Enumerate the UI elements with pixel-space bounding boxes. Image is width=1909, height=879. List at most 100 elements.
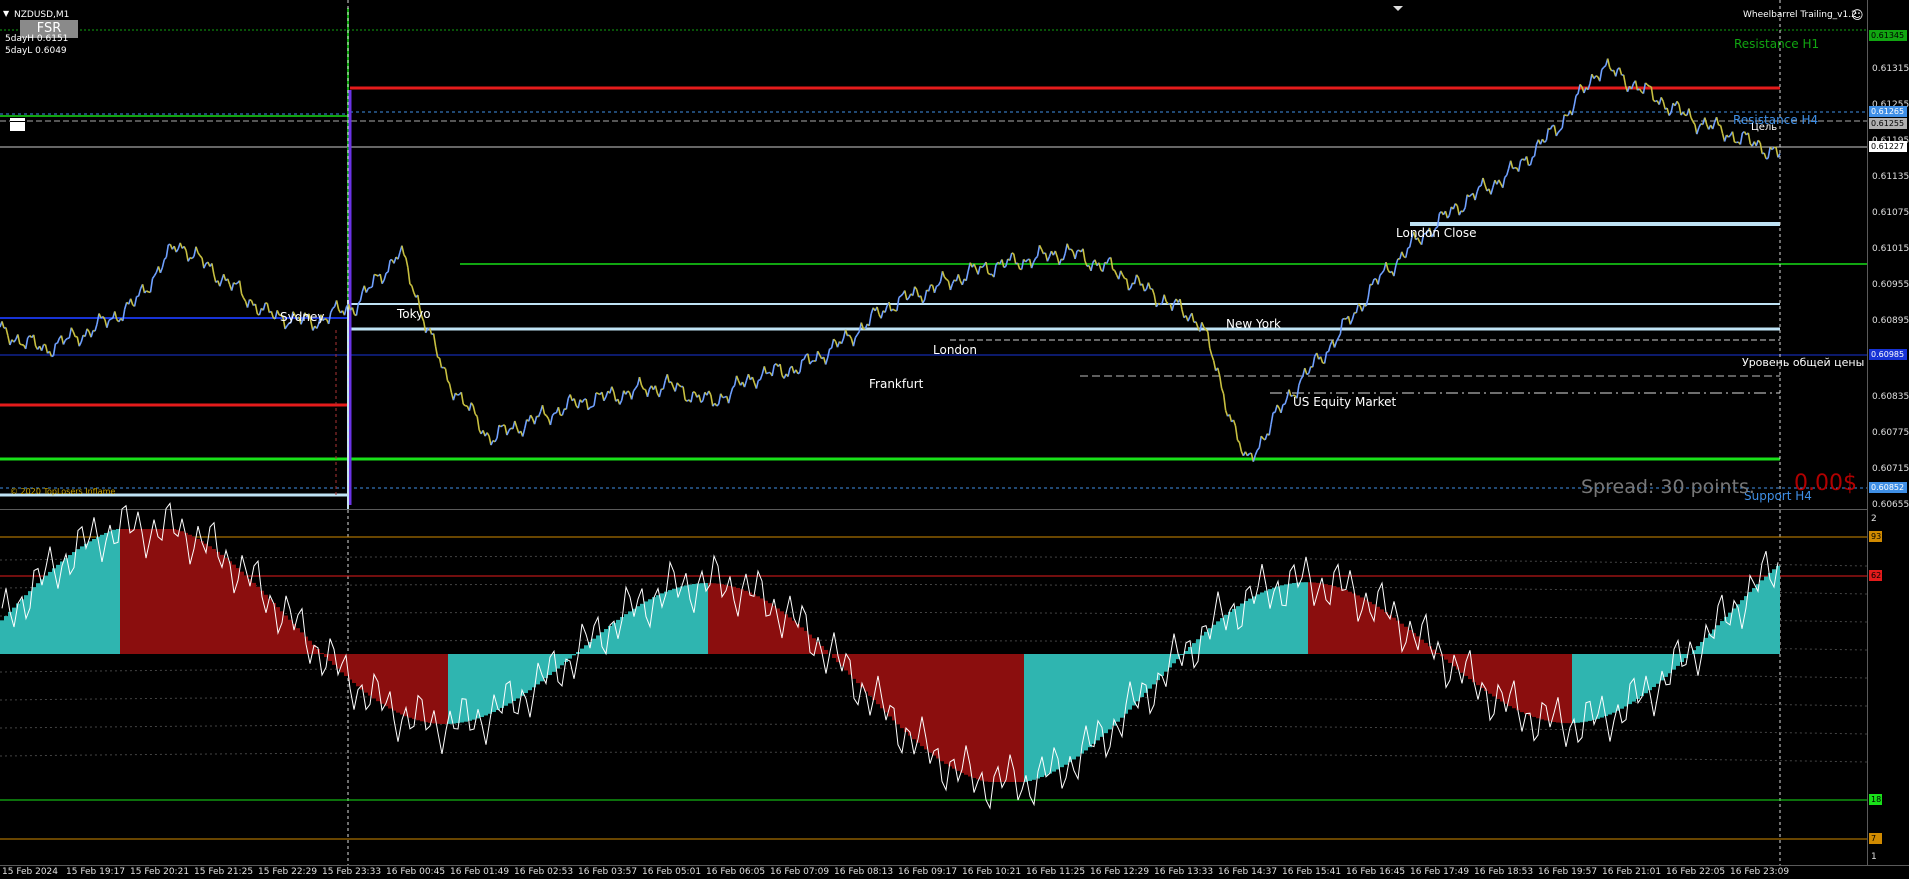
hist-bar (1252, 596, 1256, 654)
hist-bar (96, 536, 100, 654)
time-tick: 16 Feb 23:09 (1730, 867, 1790, 877)
hist-bar (1072, 654, 1076, 760)
time-tick: 15 Feb 20:21 (130, 867, 190, 877)
hist-bar (1532, 654, 1536, 717)
hist-bar (356, 654, 360, 687)
hist-bar (4, 616, 8, 654)
hist-bar (640, 603, 644, 654)
common-price-label: Уровень общей цены (1742, 356, 1865, 369)
hist-bar (1136, 654, 1140, 702)
price-tick: 0.60835 (1872, 392, 1909, 402)
hist-bar (1164, 654, 1168, 672)
hist-bar (1604, 654, 1608, 717)
hist-bar (1000, 654, 1004, 782)
hist-bar (704, 583, 708, 654)
hist-bar (1664, 654, 1668, 677)
price-tick: 0.60715 (1872, 464, 1909, 474)
hist-bar (812, 638, 816, 654)
hist-bar (44, 575, 48, 654)
hist-bar (624, 614, 628, 654)
candle (324, 318, 327, 321)
session-london: London (933, 343, 977, 357)
session-us-equity: US Equity Market (1293, 395, 1397, 409)
hist-bar (1116, 654, 1120, 722)
hist-bar (516, 654, 520, 699)
symbol-menu-icon[interactable]: ▼ (3, 10, 9, 18)
candle (146, 290, 149, 293)
hist-bar (1648, 654, 1652, 691)
time-tick: 16 Feb 01:49 (450, 867, 510, 877)
hist-bar (1048, 654, 1052, 774)
hist-bar (1776, 565, 1780, 654)
time-tick: 16 Feb 13:33 (1154, 867, 1214, 877)
hist-bar (1152, 654, 1156, 685)
hist-bar (1068, 654, 1072, 763)
hist-bar (928, 654, 932, 753)
time-tick: 16 Feb 05:01 (642, 867, 702, 877)
time-tick: 16 Feb 06:05 (706, 867, 766, 877)
hist-bar (1608, 654, 1612, 715)
hist-bar (84, 543, 88, 654)
hist-bar (620, 616, 624, 654)
price-tick: 0.61315 (1872, 64, 1909, 74)
hist-bar (556, 654, 560, 669)
calendar-icon[interactable] (10, 118, 25, 131)
hist-bar (272, 602, 276, 654)
hist-bar (952, 654, 956, 769)
hist-bar (224, 558, 228, 654)
hist-bar (1504, 654, 1508, 704)
osc-axis-bottom: 1 (1871, 852, 1877, 862)
candle (1003, 265, 1007, 269)
hist-bar (1492, 654, 1496, 697)
osc-tag-18: 18 (1869, 794, 1882, 805)
candle (1512, 167, 1515, 170)
hist-bar (1084, 654, 1088, 751)
hist-bar (872, 654, 876, 700)
hist-bar (884, 654, 888, 713)
hist-bar (436, 654, 440, 724)
hist-bar (852, 654, 856, 679)
time-tick: 16 Feb 12:29 (1090, 867, 1150, 877)
hist-bar (804, 630, 808, 654)
hist-bar (856, 654, 860, 684)
hist-bar (268, 598, 272, 654)
hist-bar (76, 549, 80, 654)
hist-bar (924, 654, 928, 750)
price-tick: 0.61075 (1872, 208, 1909, 218)
hist-bar (628, 611, 632, 654)
hist-bar (296, 628, 300, 654)
hist-bar (1764, 576, 1768, 654)
candle (1326, 350, 1329, 353)
hist-bar (1036, 654, 1040, 779)
hist-bar (1536, 654, 1540, 719)
hist-bar (1476, 654, 1480, 686)
hist-bar (1332, 586, 1336, 654)
hist-bar (468, 654, 472, 721)
price-tag-gray: 0.61255 (1869, 118, 1907, 129)
hist-bar (1600, 654, 1604, 718)
hist-bar (1364, 599, 1368, 654)
hist-bar (232, 564, 236, 654)
hist-bar (1528, 654, 1532, 716)
time-tick: 16 Feb 16:45 (1346, 867, 1406, 877)
hist-bar (40, 579, 44, 654)
osc-axis-top: 2 (1871, 514, 1877, 524)
hist-bar (1344, 590, 1348, 654)
hist-bar (488, 654, 492, 714)
hist-bar (264, 594, 268, 654)
time-tick: 16 Feb 00:45 (386, 867, 446, 877)
price-tick: 0.60655 (1872, 500, 1909, 510)
hist-bar (184, 532, 188, 654)
hist-bar (300, 632, 304, 654)
hist-bar (36, 583, 40, 654)
hist-bar (320, 653, 324, 654)
hist-bar (444, 654, 448, 725)
hist-bar (448, 654, 452, 724)
hist-bar (684, 585, 688, 654)
time-tick: 16 Feb 07:09 (770, 867, 830, 877)
hist-bar (920, 654, 924, 747)
copyright-label: © 2020 TopLosers Inflame (10, 487, 116, 496)
hist-bar (0, 620, 4, 654)
hist-bar (1044, 654, 1048, 776)
price-chart[interactable] (0, 0, 1909, 879)
